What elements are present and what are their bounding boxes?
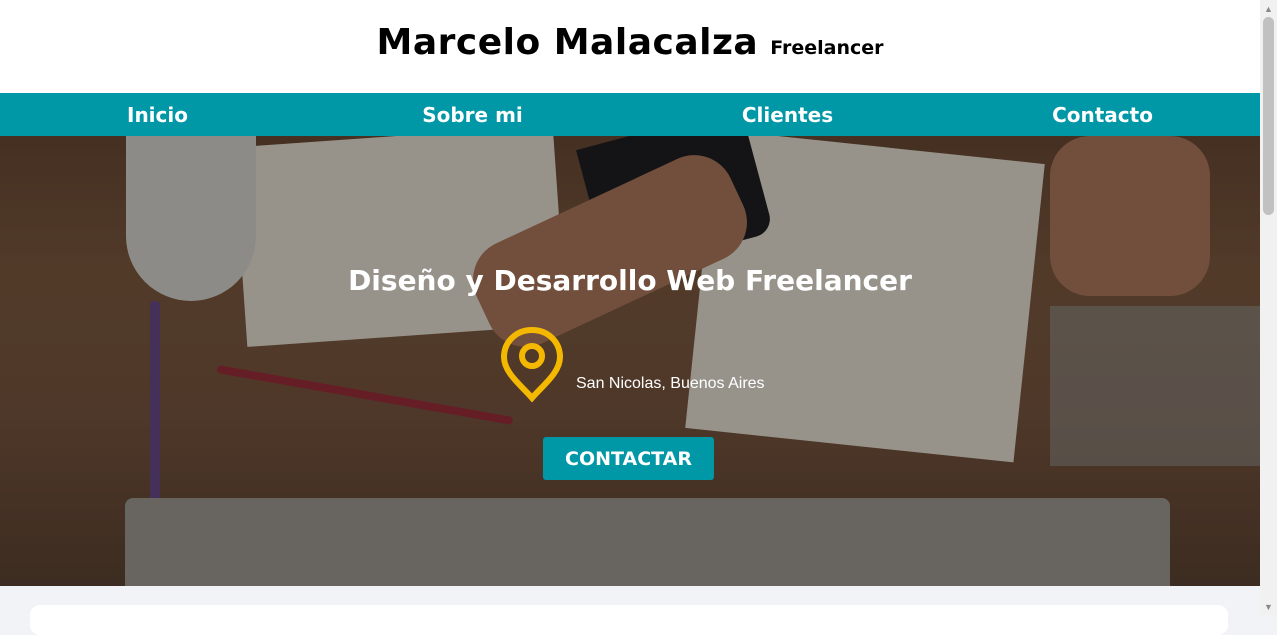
page: Marcelo Malacalza Freelancer Inicio Sobr… <box>0 0 1260 635</box>
hero-location: San Nicolas, Buenos Aires <box>498 326 765 407</box>
site-header: Marcelo Malacalza Freelancer <box>0 0 1260 93</box>
nav-item-sobre-mi[interactable]: Sobre mi <box>315 93 630 136</box>
map-pin-icon <box>498 326 566 407</box>
nav-item-clientes[interactable]: Clientes <box>630 93 945 136</box>
hero-content: Diseño y Desarrollo Web Freelancer San N… <box>0 136 1260 586</box>
nav-item-inicio[interactable]: Inicio <box>0 93 315 136</box>
nav-item-contacto[interactable]: Contacto <box>945 93 1260 136</box>
hero-title: Diseño y Desarrollo Web Freelancer <box>348 264 912 297</box>
page-scrollbar[interactable]: ▲ ▼ <box>1260 0 1277 615</box>
contactar-button[interactable]: CONTACTAR <box>543 437 714 480</box>
scroll-up-arrow-icon[interactable]: ▲ <box>1260 0 1277 17</box>
scroll-down-arrow-icon[interactable]: ▼ <box>1260 598 1277 615</box>
scrollbar-thumb[interactable] <box>1263 17 1274 215</box>
hero-section: Diseño y Desarrollo Web Freelancer San N… <box>0 136 1260 586</box>
location-text: San Nicolas, Buenos Aires <box>576 375 765 392</box>
main-nav: Inicio Sobre mi Clientes Contacto <box>0 93 1260 136</box>
brand[interactable]: Marcelo Malacalza Freelancer <box>377 22 884 63</box>
brand-name: Marcelo Malacalza <box>376 22 759 63</box>
content-card <box>30 605 1228 635</box>
brand-tagline: Freelancer <box>770 37 884 59</box>
